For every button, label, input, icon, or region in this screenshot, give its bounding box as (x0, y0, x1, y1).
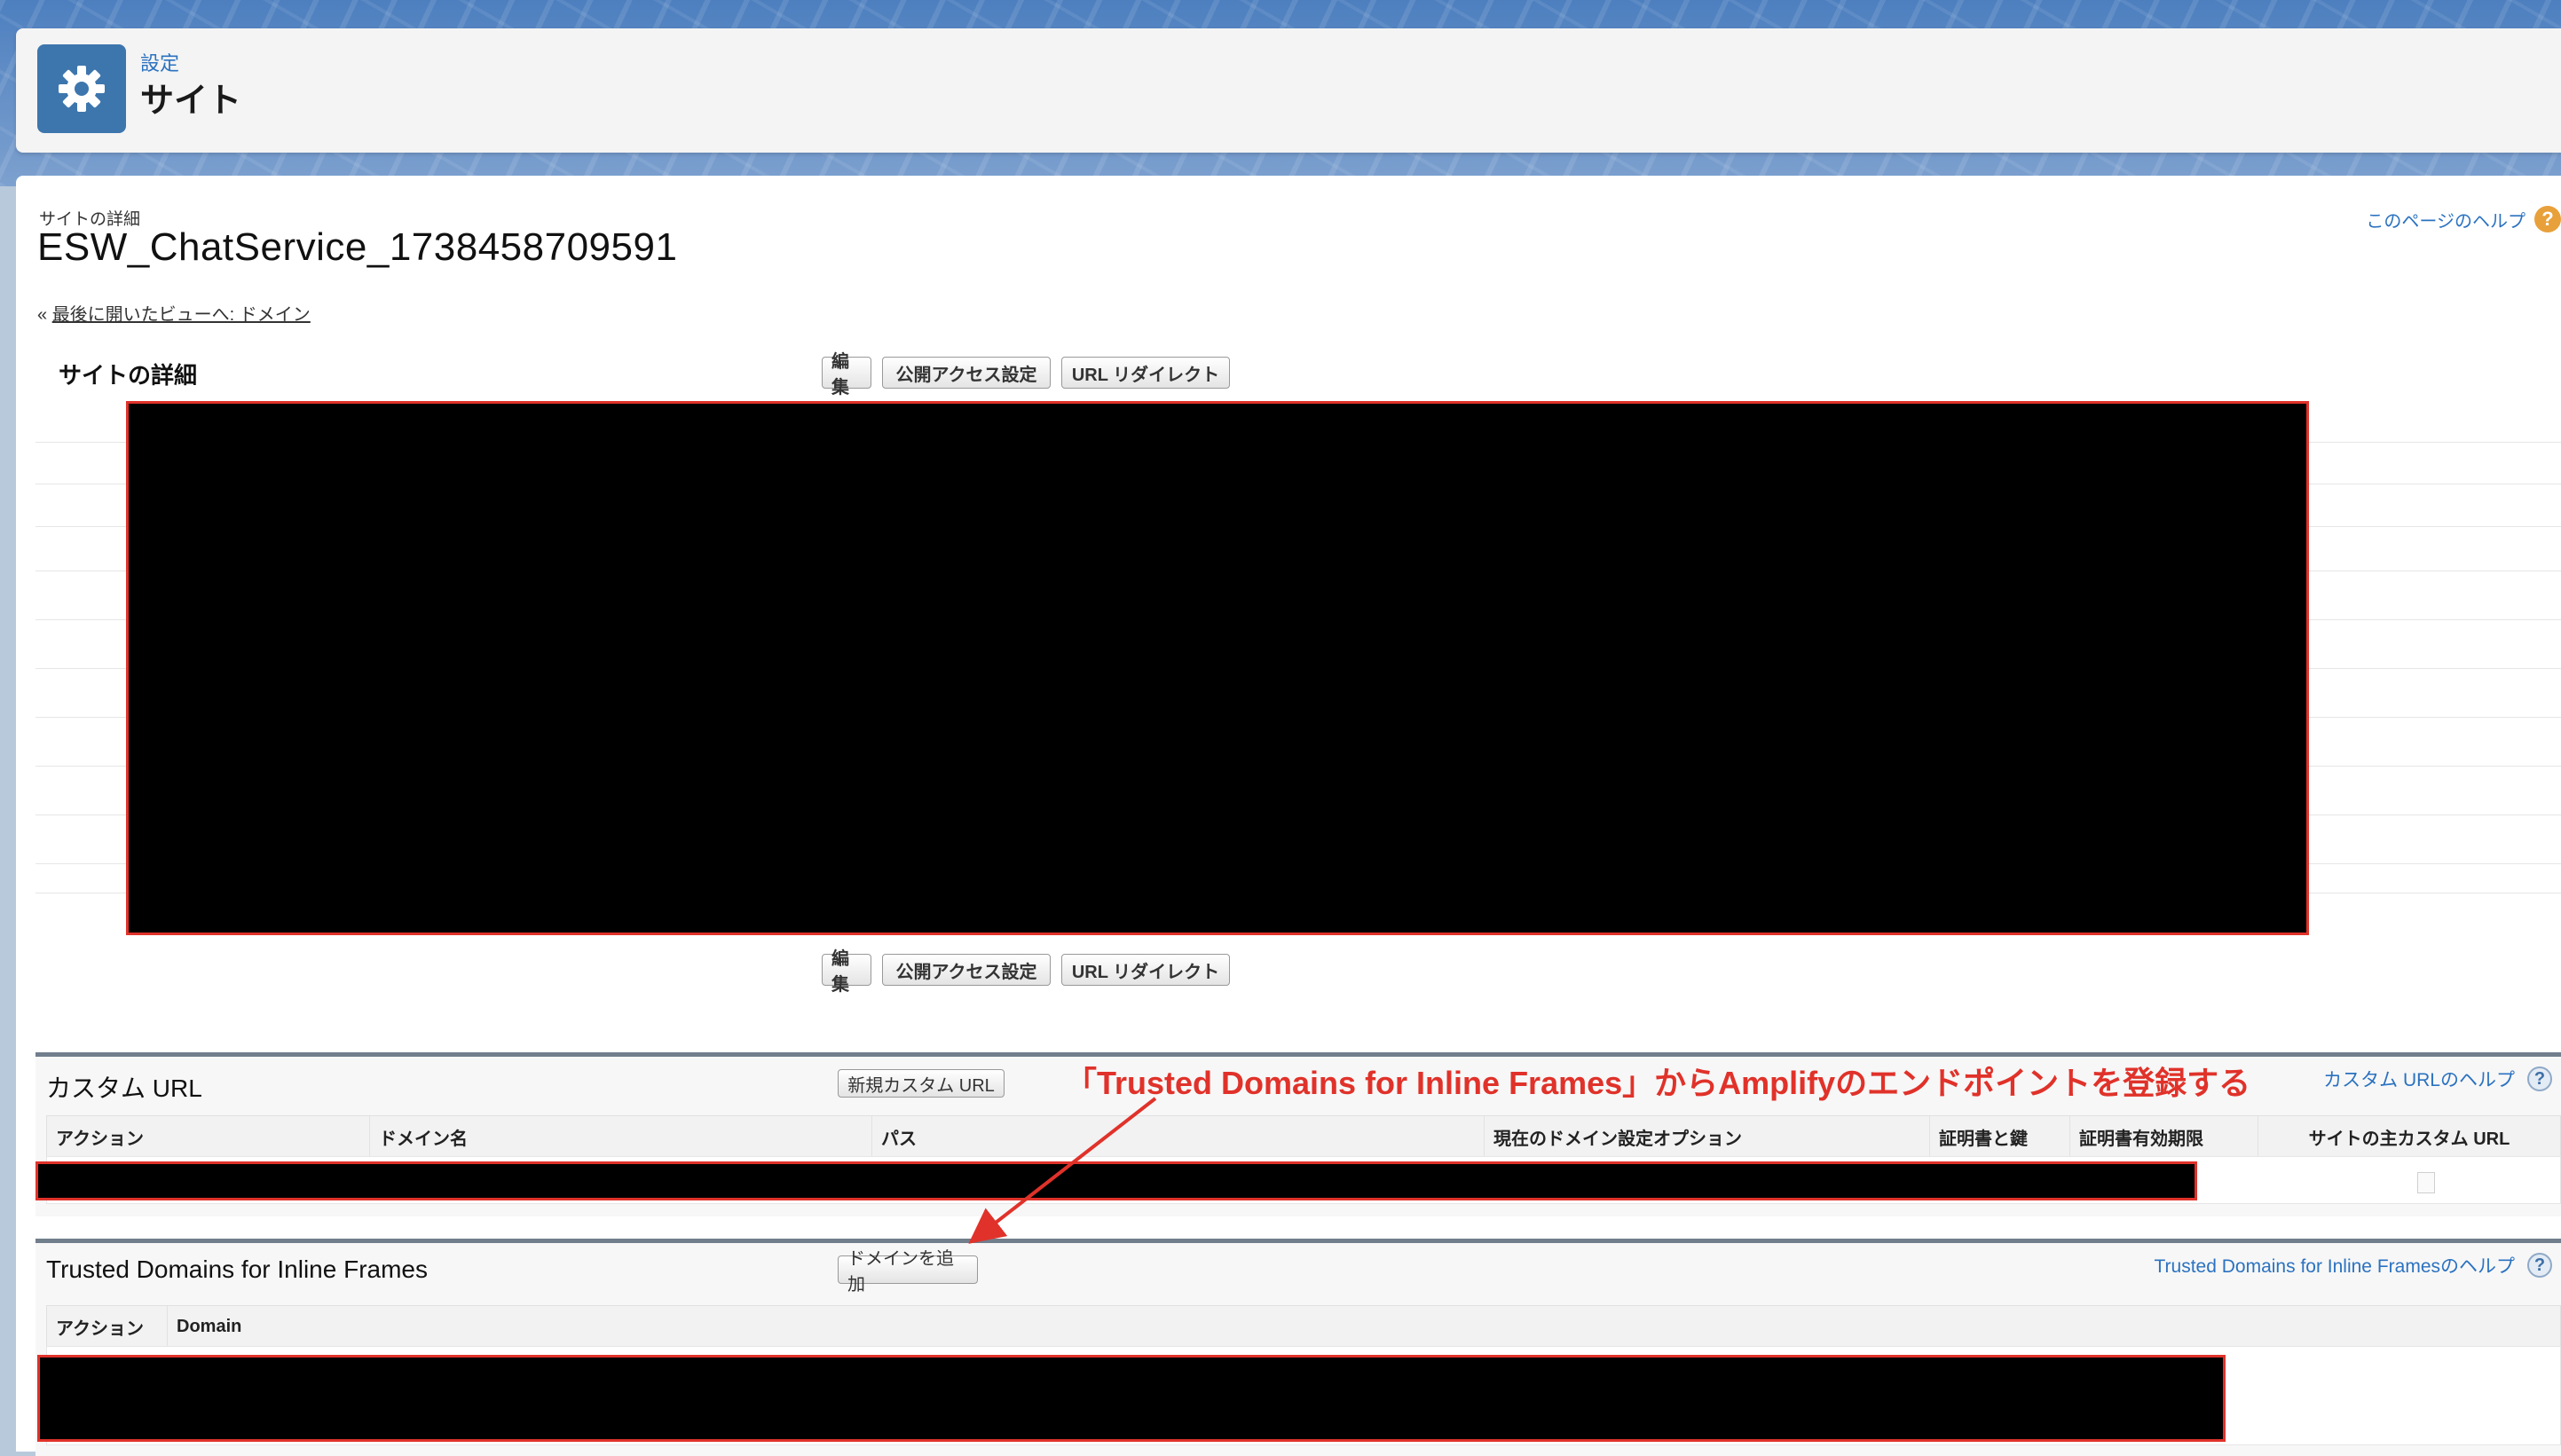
column-header-cert-expiry: 証明書有効期限 (2070, 1116, 2258, 1157)
custom-url-title: カスタム URL (46, 1074, 202, 1102)
custom-url-help-link[interactable]: カスタム URLのヘルプ ? (2323, 1066, 2552, 1092)
help-icon[interactable]: ? (2527, 1253, 2552, 1278)
column-header-action: アクション (47, 1306, 168, 1347)
custom-url-help-label[interactable]: カスタム URLのヘルプ (2323, 1066, 2515, 1092)
trusted-domains-help-label[interactable]: Trusted Domains for Inline Framesのヘルプ (2155, 1252, 2516, 1279)
annotation-text: 「Trusted Domains for Inline Frames」からAmp… (1065, 1065, 2251, 1101)
gear-icon (37, 44, 126, 133)
back-chevron-icon: « (37, 305, 48, 325)
page-help-link[interactable]: このページのヘルプ ? (2366, 206, 2561, 232)
back-link-row: « 最後に開いたビューへ: ドメイン (37, 300, 311, 326)
edit-button[interactable]: 編集 (822, 352, 871, 397)
custom-url-table-header: アクション ドメイン名 パス 現在のドメイン設定オプション 証明書と鍵 証明書有… (46, 1115, 2561, 1158)
page-help-label[interactable]: このページのヘルプ (2366, 207, 2526, 232)
site-detail-title: サイトの詳細 (59, 362, 198, 389)
trusted-domains-help-link[interactable]: Trusted Domains for Inline Framesのヘルプ ? (2155, 1252, 2552, 1279)
help-icon[interactable]: ? (2534, 206, 2561, 232)
trusted-domains-table-header: アクション Domain (46, 1305, 2561, 1348)
public-access-settings-button[interactable]: 公開アクセス設定 (882, 357, 1051, 389)
column-header-path: パス (872, 1116, 1485, 1157)
trusted-domains-title: Trusted Domains for Inline Frames (46, 1255, 428, 1283)
redacted-site-details (126, 401, 2309, 935)
new-custom-url-button[interactable]: 新規カスタム URL (838, 1069, 1005, 1098)
edit-button-bottom[interactable]: 編集 (822, 949, 871, 995)
help-icon[interactable]: ? (2527, 1066, 2552, 1091)
site-detail-toolbar-bottom: 編集 公開アクセス設定 URL リダイレクト (822, 949, 1230, 995)
page-title: サイト (140, 83, 242, 120)
back-to-domains-link[interactable]: 最後に開いたビューへ: ドメイン (52, 305, 311, 325)
site-detail-toolbar-top: 編集 公開アクセス設定 URL リダイレクト (822, 352, 1230, 397)
column-header-certificate: 証明書と鍵 (1930, 1116, 2070, 1157)
public-access-settings-button-bottom[interactable]: 公開アクセス設定 (882, 954, 1051, 986)
url-redirect-button-bottom[interactable]: URL リダイレクト (1061, 954, 1230, 986)
column-header-domain-name: ドメイン名 (370, 1116, 872, 1157)
primary-custom-url-checkbox (2417, 1172, 2435, 1193)
redacted-trusted-domain-rows (37, 1355, 2226, 1442)
url-redirect-button[interactable]: URL リダイレクト (1061, 357, 1230, 389)
column-header-primary-custom-url: サイトの主カスタム URL (2308, 1129, 2510, 1149)
main-panel: サイトの詳細 ESW_ChatService_1738458709591 このペ… (16, 176, 2561, 1456)
column-header-domain-options: 現在のドメイン設定オプション (1485, 1116, 1930, 1157)
redacted-custom-url-row (35, 1161, 2197, 1200)
page-header: 設定 サイト (16, 28, 2561, 153)
site-name: ESW_ChatService_1738458709591 (37, 225, 678, 269)
column-header-domain: Domain (177, 1316, 242, 1336)
column-header-action: アクション (47, 1116, 370, 1157)
trusted-domains-section: Trusted Domains for Inline Frames ドメインを追… (35, 1239, 2561, 1456)
add-domain-button[interactable]: ドメインを追加 (838, 1249, 978, 1295)
